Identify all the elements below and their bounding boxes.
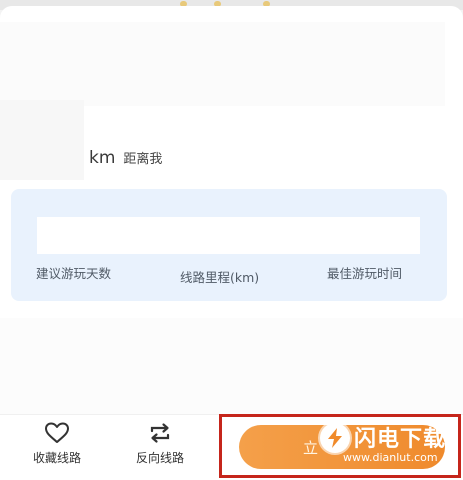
watermark-logo — [320, 423, 350, 453]
lightning-icon — [328, 428, 342, 448]
masked-distance-value — [0, 100, 84, 180]
masked-title-area — [0, 22, 445, 106]
heart-icon — [45, 422, 69, 443]
reverse-route-button[interactable]: 反向线路 — [120, 421, 200, 466]
distance-unit: km — [89, 148, 116, 168]
watermark-title: 闪电下载 — [354, 427, 447, 452]
favorite-route-label: 收藏线路 — [32, 451, 81, 465]
stat-days-label: 建议游玩天数 — [36, 266, 112, 281]
masked-content-area — [0, 318, 463, 428]
distance-label: 距离我 — [123, 152, 163, 167]
swap-arrows-icon — [150, 423, 170, 443]
masked-stat-values — [37, 217, 420, 254]
stat-mileage-label: 线路里程(km) — [180, 270, 260, 285]
distance-row: km 距离我 — [89, 148, 162, 170]
favorite-route-button[interactable]: 收藏线路 — [17, 421, 97, 466]
watermark-url: www.dianlut.com — [343, 451, 438, 464]
stat-best-time-label: 最佳游玩时间 — [327, 266, 403, 281]
watermark: 闪电下载 www.dianlut.com — [320, 421, 460, 471]
route-stats-panel: 建议游玩天数 线路里程(km) 最佳游玩时间 — [11, 189, 447, 301]
reverse-route-label: 反向线路 — [135, 451, 184, 465]
